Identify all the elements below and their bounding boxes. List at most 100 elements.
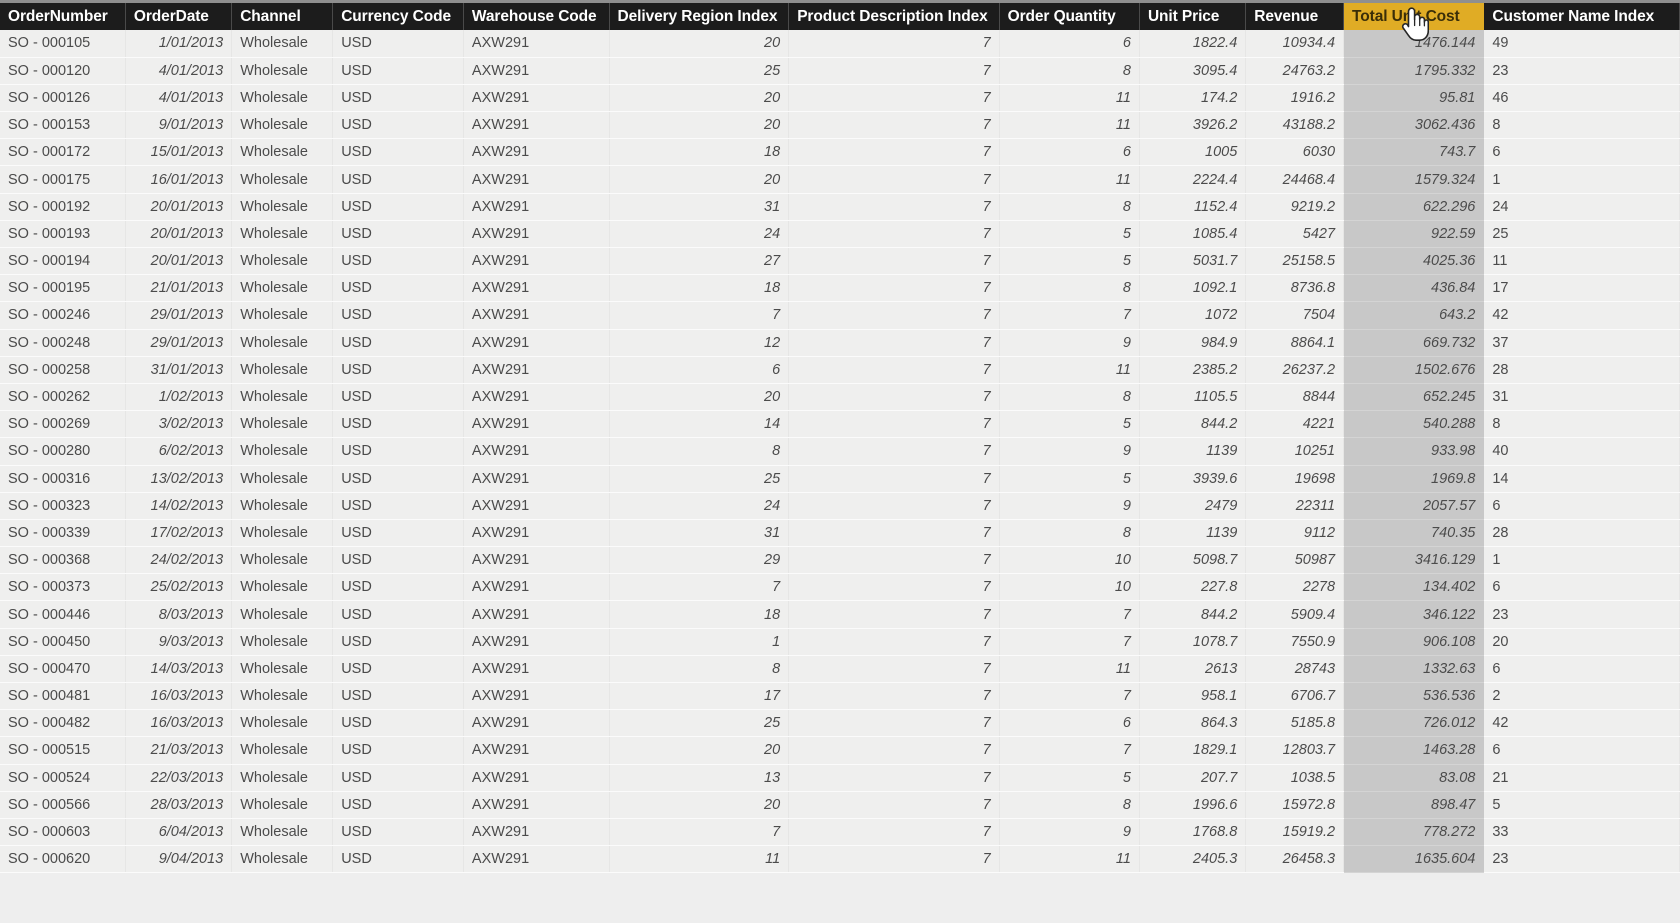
cell-order-quantity[interactable]: 5	[999, 764, 1140, 792]
cell-currency-code[interactable]: USD	[332, 465, 464, 493]
cell-product-description-index[interactable]: 7	[788, 274, 1000, 303]
cell-channel[interactable]: Wholesale	[231, 356, 334, 384]
cell-warehouse-code[interactable]: AXW291	[463, 845, 610, 874]
cell-total-unit-cost[interactable]: 83.08	[1343, 764, 1485, 792]
cell-orderdate[interactable]: 25/02/2013	[125, 573, 233, 602]
cell-currency-code[interactable]: USD	[332, 519, 464, 548]
cell-product-description-index[interactable]: 7	[788, 682, 1000, 711]
cell-unit-price[interactable]: 1996.6	[1139, 791, 1247, 819]
cell-product-description-index[interactable]: 7	[788, 410, 1000, 439]
cell-total-unit-cost[interactable]: 536.536	[1343, 682, 1485, 711]
cell-currency-code[interactable]: USD	[332, 736, 464, 765]
cell-total-unit-cost[interactable]: 2057.57	[1343, 492, 1485, 520]
cell-product-description-index[interactable]: 7	[788, 519, 1000, 548]
cell-revenue[interactable]: 10251	[1245, 437, 1345, 466]
cell-revenue[interactable]: 26458.3	[1245, 845, 1345, 874]
table-row[interactable]: SO - 000316 13/02/2013 Wholesale USD AXW291 2…	[0, 465, 1680, 493]
table-row[interactable]: SO - 000194 20/01/2013 Wholesale USD AXW291 2…	[0, 247, 1680, 276]
cell-unit-price[interactable]: 1072	[1139, 301, 1247, 330]
cell-product-description-index[interactable]: 7	[788, 791, 1000, 819]
cell-currency-code[interactable]: USD	[332, 30, 464, 58]
cell-customer-name-index[interactable]: 17	[1483, 274, 1680, 303]
column-header-orderdate[interactable]: OrderDate	[125, 3, 233, 30]
cell-currency-code[interactable]: USD	[332, 383, 464, 412]
cell-currency-code[interactable]: USD	[332, 437, 464, 466]
column-header-revenue[interactable]: Revenue	[1245, 3, 1345, 30]
cell-order-quantity[interactable]: 7	[999, 301, 1140, 330]
cell-channel[interactable]: Wholesale	[231, 165, 334, 194]
cell-customer-name-index[interactable]: 5	[1483, 791, 1680, 819]
cell-orderdate[interactable]: 1/02/2013	[125, 383, 233, 412]
cell-revenue[interactable]: 8844	[1245, 383, 1345, 412]
table-row[interactable]: SO - 000482 16/03/2013 Wholesale USD AXW291 2…	[0, 709, 1680, 738]
cell-ordernumber[interactable]: SO - 000524	[0, 764, 126, 792]
cell-customer-name-index[interactable]: 11	[1483, 247, 1680, 276]
table-row[interactable]: SO - 000126 4/01/2013 Wholesale USD AXW291 20…	[0, 84, 1680, 113]
cell-warehouse-code[interactable]: AXW291	[463, 84, 610, 113]
cell-revenue[interactable]: 15972.8	[1245, 791, 1345, 819]
cell-channel[interactable]: Wholesale	[231, 655, 334, 684]
cell-order-quantity[interactable]: 8	[999, 57, 1140, 85]
cell-revenue[interactable]: 43188.2	[1245, 111, 1345, 140]
cell-warehouse-code[interactable]: AXW291	[463, 329, 610, 357]
cell-channel[interactable]: Wholesale	[231, 682, 334, 711]
cell-channel[interactable]: Wholesale	[231, 546, 334, 575]
cell-ordernumber[interactable]: SO - 000105	[0, 30, 126, 58]
cell-total-unit-cost[interactable]: 740.35	[1343, 519, 1485, 548]
cell-revenue[interactable]: 19698	[1245, 465, 1345, 493]
cell-total-unit-cost[interactable]: 346.122	[1343, 600, 1485, 629]
cell-currency-code[interactable]: USD	[332, 764, 464, 792]
cell-product-description-index[interactable]: 7	[788, 220, 1000, 249]
cell-warehouse-code[interactable]: AXW291	[463, 437, 610, 466]
cell-order-quantity[interactable]: 11	[999, 845, 1140, 874]
cell-customer-name-index[interactable]: 21	[1483, 764, 1680, 792]
cell-order-quantity[interactable]: 6	[999, 709, 1140, 738]
cell-channel[interactable]: Wholesale	[231, 600, 334, 629]
table-row[interactable]: SO - 000248 29/01/2013 Wholesale USD AXW291 1…	[0, 329, 1680, 357]
cell-order-quantity[interactable]: 8	[999, 519, 1140, 548]
table-row[interactable]: SO - 000280 6/02/2013 Wholesale USD AXW291 8 7…	[0, 437, 1680, 466]
cell-ordernumber[interactable]: SO - 000373	[0, 573, 126, 602]
table-row[interactable]: SO - 000339 17/02/2013 Wholesale USD AXW291 3…	[0, 519, 1680, 548]
cell-ordernumber[interactable]: SO - 000481	[0, 682, 126, 711]
cell-channel[interactable]: Wholesale	[231, 573, 334, 602]
cell-total-unit-cost[interactable]: 652.245	[1343, 383, 1485, 412]
cell-product-description-index[interactable]: 7	[788, 818, 1000, 847]
cell-currency-code[interactable]: USD	[332, 165, 464, 194]
table-row[interactable]: SO - 000105 1/01/2013 Wholesale USD AXW291 20…	[0, 30, 1680, 58]
table-row[interactable]: SO - 000524 22/03/2013 Wholesale USD AXW291 1…	[0, 764, 1680, 792]
cell-unit-price[interactable]: 1078.7	[1139, 628, 1247, 656]
cell-customer-name-index[interactable]: 6	[1483, 736, 1680, 765]
cell-orderdate[interactable]: 20/01/2013	[125, 247, 233, 276]
column-header-channel[interactable]: Channel	[231, 3, 334, 30]
cell-orderdate[interactable]: 31/01/2013	[125, 356, 233, 384]
cell-revenue[interactable]: 50987	[1245, 546, 1345, 575]
cell-product-description-index[interactable]: 7	[788, 383, 1000, 412]
cell-currency-code[interactable]: USD	[332, 492, 464, 520]
cell-order-quantity[interactable]: 9	[999, 437, 1140, 466]
cell-delivery-region-index[interactable]: 8	[609, 437, 790, 466]
cell-customer-name-index[interactable]: 33	[1483, 818, 1680, 847]
table-row[interactable]: SO - 000153 9/01/2013 Wholesale USD AXW291 20…	[0, 111, 1680, 140]
cell-channel[interactable]: Wholesale	[231, 383, 334, 412]
cell-orderdate[interactable]: 4/01/2013	[125, 84, 233, 113]
table-row[interactable]: SO - 000446 8/03/2013 Wholesale USD AXW291 18…	[0, 600, 1680, 629]
cell-ordernumber[interactable]: SO - 000172	[0, 138, 126, 167]
cell-delivery-region-index[interactable]: 17	[609, 682, 790, 711]
cell-total-unit-cost[interactable]: 1795.332	[1343, 57, 1485, 85]
cell-unit-price[interactable]: 227.8	[1139, 573, 1247, 602]
cell-channel[interactable]: Wholesale	[231, 791, 334, 819]
cell-warehouse-code[interactable]: AXW291	[463, 356, 610, 384]
cell-delivery-region-index[interactable]: 29	[609, 546, 790, 575]
cell-orderdate[interactable]: 9/01/2013	[125, 111, 233, 140]
cell-product-description-index[interactable]: 7	[788, 465, 1000, 493]
cell-orderdate[interactable]: 8/03/2013	[125, 600, 233, 629]
cell-order-quantity[interactable]: 11	[999, 165, 1140, 194]
cell-channel[interactable]: Wholesale	[231, 845, 334, 874]
cell-revenue[interactable]: 7550.9	[1245, 628, 1345, 656]
cell-ordernumber[interactable]: SO - 000195	[0, 274, 126, 303]
cell-ordernumber[interactable]: SO - 000620	[0, 845, 126, 874]
table-row[interactable]: SO - 000603 6/04/2013 Wholesale USD AXW291 7 7…	[0, 818, 1680, 847]
cell-ordernumber[interactable]: SO - 000269	[0, 410, 126, 439]
cell-total-unit-cost[interactable]: 134.402	[1343, 573, 1485, 602]
